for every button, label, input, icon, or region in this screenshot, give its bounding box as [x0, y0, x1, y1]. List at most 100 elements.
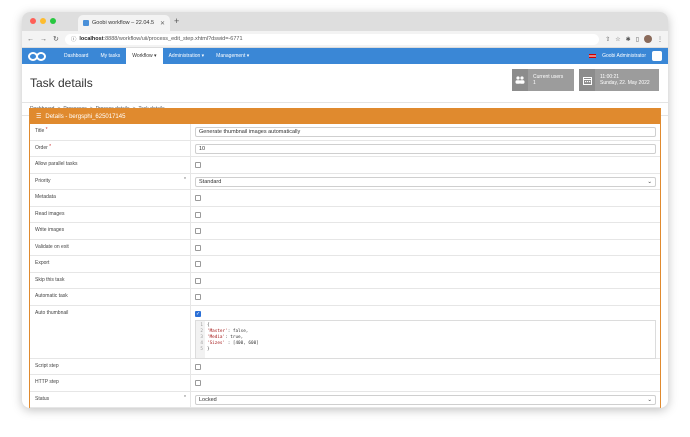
nav-dashboard[interactable]: Dashboard	[58, 48, 94, 64]
code-text: { 'Master': false, 'Media': true, 'Sizes…	[207, 322, 259, 352]
main-navigation: Dashboard My tasks Workflow ▾ Administra…	[22, 48, 668, 64]
browser-tab[interactable]: Goobi workflow – 22.04.5 ✕	[78, 15, 170, 31]
http-label: HTTP step	[35, 379, 59, 385]
row-write-images: Write images	[30, 223, 660, 240]
required-marker: *	[184, 176, 186, 183]
parallel-checkbox[interactable]	[195, 162, 201, 168]
priority-select[interactable]: Standard ⌄	[195, 176, 656, 187]
details-panel: ☰ Details - bergsphi_625017145 Title * G…	[29, 108, 661, 408]
nav-workflow[interactable]: Workflow ▾	[126, 48, 163, 64]
http-checkbox[interactable]	[195, 380, 201, 386]
address-bar-row: ← → ↻ ⓘ localhost:8888/workflow/uii/proc…	[22, 31, 668, 48]
url-host: localhost	[79, 36, 104, 42]
row-auto-thumbnail: Auto thumbnail ✓ 12345 { 'Master': false…	[30, 305, 660, 359]
url-path: :8888/workflow/uii/process_edit_step.xht…	[103, 36, 243, 42]
goobi-logo-icon[interactable]	[28, 51, 46, 61]
automatic-label: Automatic task	[35, 293, 68, 299]
nav-administration[interactable]: Administration ▾	[163, 48, 211, 64]
row-status: Status * Locked ⌄	[30, 391, 660, 408]
priority-label: Priority	[35, 177, 51, 184]
panel-header: ☰ Details - bergsphi_625017145	[30, 109, 660, 124]
bookmark-star-icon[interactable]: ☆	[615, 36, 620, 43]
row-export: Export	[30, 256, 660, 273]
validate-checkbox[interactable]	[195, 244, 201, 251]
new-tab-icon[interactable]: +	[174, 16, 179, 26]
row-priority: Priority * Standard ⌄	[30, 173, 660, 190]
row-http: HTTP step	[30, 375, 660, 392]
current-users-widget[interactable]: Current users 1	[512, 69, 574, 91]
read-images-checkbox[interactable]	[195, 211, 201, 218]
user-menu-icon[interactable]	[652, 51, 662, 61]
tab-title: Goobi workflow – 22.04.5	[92, 20, 155, 26]
share-icon[interactable]: ⇧	[605, 36, 610, 43]
user-name[interactable]: Goobi Administrator	[602, 53, 646, 59]
current-users-count: 1	[533, 80, 536, 86]
line-numbers: 12345	[196, 320, 205, 358]
required-marker: *	[184, 394, 186, 401]
validate-label: Validate on exit	[35, 243, 69, 250]
current-users-label: Current users	[533, 74, 564, 80]
row-order: Order * 10	[30, 140, 660, 157]
auto-thumbnail-checkbox[interactable]: ✓	[195, 310, 201, 317]
nav-my-tasks[interactable]: My tasks	[94, 48, 126, 64]
info-icon: ⓘ	[70, 37, 77, 43]
row-validate: Validate on exit	[30, 239, 660, 256]
browser-tabbar: Goobi workflow – 22.04.5 ✕ +	[22, 12, 668, 31]
script-label: Script step	[35, 362, 59, 369]
parallel-label: Allow parallel tasks	[35, 161, 78, 167]
auto-thumbnail-label: Auto thumbnail	[35, 309, 69, 316]
export-checkbox[interactable]	[195, 261, 201, 267]
extensions-icon[interactable]: ✱	[626, 36, 631, 43]
row-title: Title * Generate thumbnail images automa…	[30, 124, 660, 141]
nav-management[interactable]: Management ▾	[210, 48, 255, 64]
row-script: Script step	[30, 358, 660, 375]
sidebar-icon[interactable]: ▯	[636, 36, 639, 43]
skip-checkbox[interactable]	[195, 277, 201, 284]
window-controls	[30, 18, 56, 24]
row-skip: Skip this task	[30, 272, 660, 289]
write-images-checkbox[interactable]	[195, 228, 201, 234]
export-label: Export	[35, 260, 50, 266]
write-images-label: Write images	[35, 227, 65, 233]
list-icon: ☰	[36, 114, 42, 120]
automatic-checkbox[interactable]	[195, 294, 201, 300]
close-window-button[interactable]	[30, 18, 36, 24]
thumbnail-config-editor[interactable]: 12345 { 'Master': false, 'Media': true, …	[195, 319, 656, 359]
current-date: Sunday, 22. May 2022	[600, 80, 650, 86]
chevron-down-icon: ⌄	[647, 396, 652, 403]
reload-icon[interactable]: ↻	[53, 35, 59, 43]
close-tab-icon[interactable]: ✕	[160, 20, 165, 27]
metadata-checkbox[interactable]	[195, 195, 201, 201]
back-icon[interactable]: ←	[27, 36, 34, 43]
row-automatic: Automatic task	[30, 289, 660, 306]
script-checkbox[interactable]	[195, 363, 201, 370]
datetime-widget: 11:00:21 Sunday, 22. May 2022	[579, 69, 659, 91]
language-flag-icon[interactable]	[589, 54, 597, 58]
order-input[interactable]: 10	[195, 143, 656, 154]
required-marker: *	[49, 143, 52, 150]
profile-avatar[interactable]	[644, 35, 652, 43]
row-parallel: Allow parallel tasks	[30, 157, 660, 174]
url-field[interactable]: ⓘ localhost:8888/workflow/uii/process_ed…	[64, 33, 600, 45]
calendar-icon	[579, 69, 595, 91]
minimize-window-button[interactable]	[40, 18, 46, 24]
users-icon	[512, 69, 528, 91]
skip-label: Skip this task	[35, 276, 65, 283]
title-label: Title	[35, 128, 45, 134]
status-select[interactable]: Locked ⌄	[195, 394, 656, 405]
page-title: Task details	[30, 76, 93, 90]
more-menu-icon[interactable]: ⋮	[657, 36, 663, 43]
read-images-label: Read images	[35, 210, 65, 217]
panel-title: Details - bergsphi_625017145	[45, 113, 126, 120]
row-metadata: Metadata	[30, 190, 660, 207]
page-header: Task details Current users 1 11:00:21 Su…	[22, 64, 668, 102]
maximize-window-button[interactable]	[50, 18, 56, 24]
title-input[interactable]: Generate thumbnail images automatically	[195, 127, 656, 137]
chevron-down-icon: ⌄	[647, 178, 652, 185]
browser-window: Goobi workflow – 22.04.5 ✕ + ← → ↻ ⓘ loc…	[22, 12, 668, 408]
metadata-label: Metadata	[35, 194, 56, 200]
status-label: Status	[35, 395, 50, 402]
forward-icon[interactable]: →	[40, 36, 47, 43]
required-marker: *	[45, 127, 48, 133]
goobi-favicon-icon	[83, 20, 89, 26]
